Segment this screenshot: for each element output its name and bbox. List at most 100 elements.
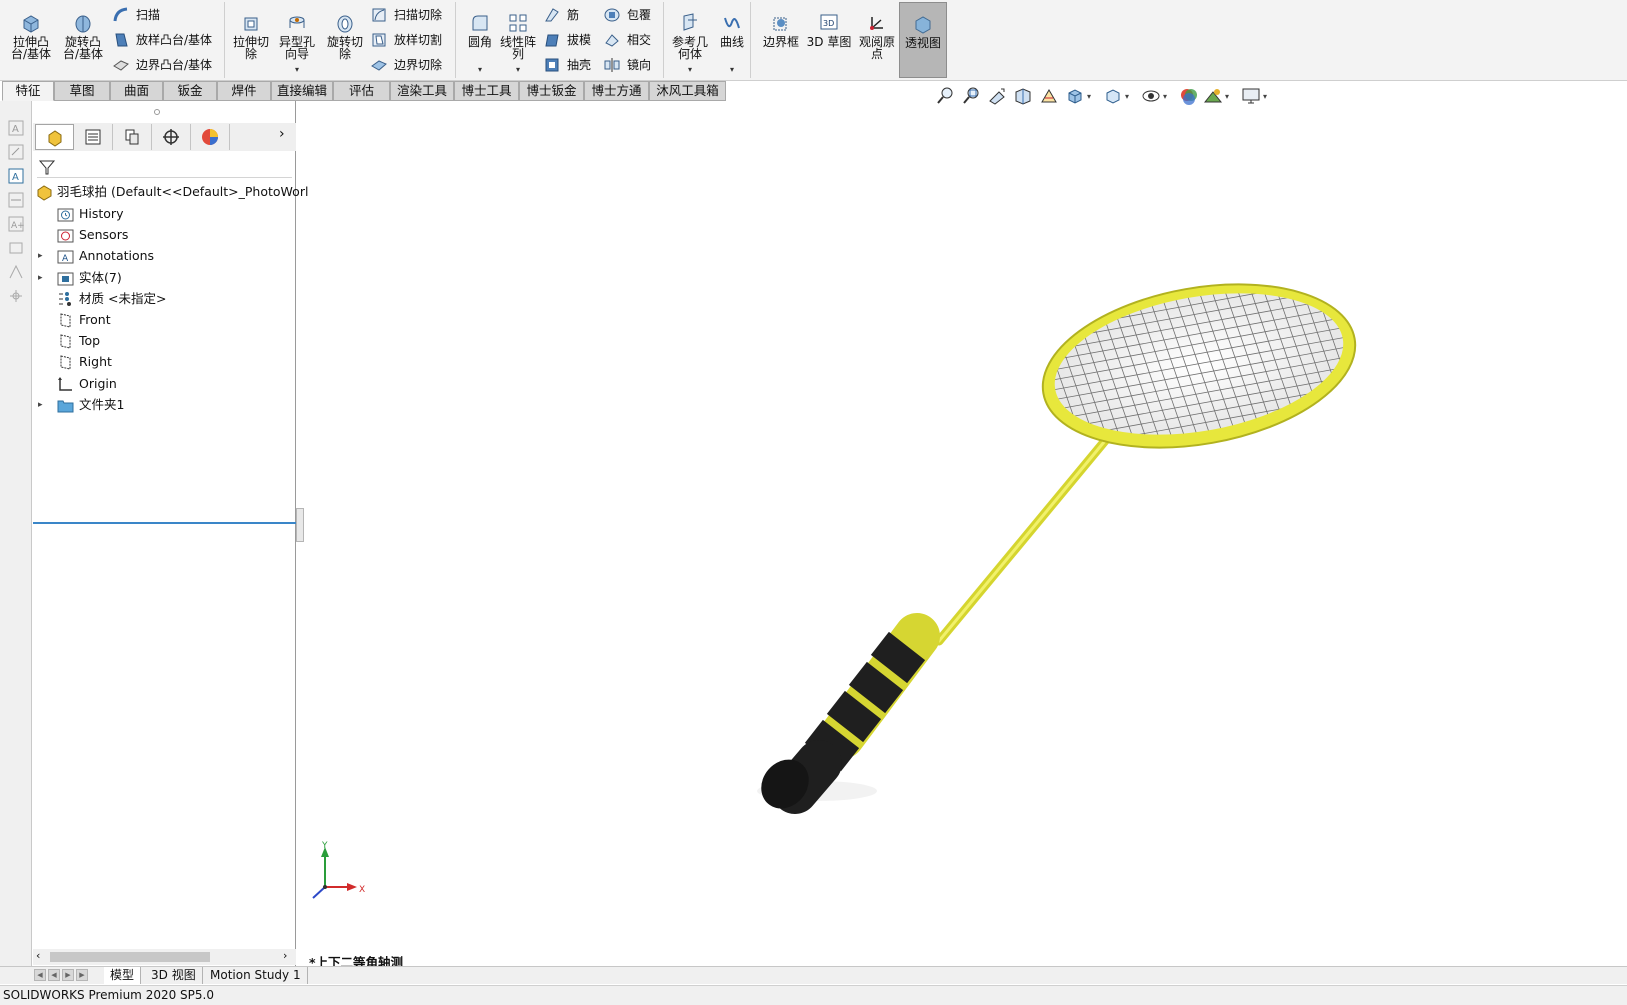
boundary-cut-button[interactable]: 边界切除 (368, 54, 442, 76)
tree-item[interactable]: ▸ A Annotations (33, 245, 296, 267)
property-manager-tab[interactable] (74, 124, 113, 150)
boundary-boss-button[interactable]: 边界凸台/基体 (110, 54, 212, 76)
tab-3d-views[interactable]: 3D 视图 (145, 967, 203, 984)
shell-icon (545, 58, 559, 72)
datum-tool-icon[interactable] (7, 239, 25, 257)
dimxpert-manager-tab[interactable] (152, 124, 191, 150)
wrap-icon (604, 8, 620, 22)
note-tool-icon[interactable] (7, 143, 25, 161)
intersect-button[interactable]: 相交 (601, 29, 651, 51)
apply-scene-dropdown-icon[interactable]: ▾ (1225, 92, 1229, 101)
loft-boss-button[interactable]: 放样凸台/基体 (110, 29, 212, 51)
expand-arrow-icon[interactable]: ▸ (38, 245, 43, 267)
ribbon-tab[interactable]: 钣金 (163, 81, 217, 101)
tree-filter[interactable] (37, 156, 292, 178)
feature-manager-tab[interactable] (35, 124, 74, 150)
bounding-box-button[interactable]: 边界框 (758, 2, 804, 78)
ribbon-tab[interactable]: 焊件 (217, 81, 271, 101)
svg-text:A+: A+ (11, 221, 25, 231)
tree-item-label: Origin (79, 375, 117, 391)
tree-root-part[interactable]: 羽毛球拍 (Default<<Default>_PhotoWorl (33, 181, 308, 203)
scroll-right-icon[interactable]: › (283, 949, 287, 962)
tree-item[interactable]: History (33, 203, 296, 225)
scroll-thumb[interactable] (50, 952, 210, 962)
expand-arrow-icon[interactable]: ▸ (38, 267, 43, 289)
solid-bodies-folder-icon (57, 272, 74, 286)
tab-model[interactable]: 模型 (104, 967, 142, 984)
graphics-area[interactable]: Y X (297, 101, 1627, 966)
string-cross (1041, 447, 1357, 458)
tree-item[interactable]: Front (33, 309, 296, 331)
bounding-box-icon (773, 17, 787, 31)
mirror-button[interactable]: 镜向 (601, 54, 651, 76)
tree-item-label: Sensors (79, 227, 129, 243)
racket-shaft-highlight (937, 434, 1111, 643)
dimension-tool-icon[interactable] (7, 191, 25, 209)
view-orientation-dropdown-icon[interactable]: ▾ (1087, 92, 1091, 101)
tree-item[interactable]: ▸ 文件夹1 (33, 394, 296, 416)
tree-item[interactable]: 材质 <未指定> (33, 288, 296, 310)
ribbon-tab[interactable]: 草图 (54, 81, 110, 101)
shell-button[interactable]: 抽壳 (541, 54, 591, 76)
curves-dropdown-icon[interactable]: ▾ (709, 64, 755, 76)
draft-button[interactable]: 拔模 (541, 29, 591, 51)
prev-tab-icon[interactable]: ◀ (48, 969, 60, 981)
sketch-3d-button[interactable]: 3D 3D 草图 (806, 2, 852, 78)
tolerance-tool-icon[interactable]: A+ (7, 215, 25, 233)
ref-geometry-button[interactable]: 参考几何体 ▾ (667, 2, 713, 78)
linear-pattern-dropdown-icon[interactable]: ▾ (495, 64, 541, 76)
ribbon-tab[interactable]: 博士工具 (454, 81, 519, 101)
ref-geometry-dropdown-icon[interactable]: ▾ (667, 64, 713, 76)
next-tab-icon[interactable]: ▶ (62, 969, 74, 981)
property-list-icon (85, 129, 101, 145)
tree-item[interactable]: Right (33, 351, 296, 373)
see-through-button[interactable]: 透视图 (899, 2, 947, 78)
linear-pattern-button[interactable]: 线性阵列 ▾ (495, 2, 541, 78)
surface-finish-tool-icon[interactable] (7, 263, 25, 281)
ribbon-tab[interactable]: 沐风工具箱 (649, 81, 726, 101)
chevron-right-icon[interactable]: › (279, 126, 285, 142)
ribbon-tab[interactable]: 直接编辑 (271, 81, 333, 101)
horizontal-scrollbar[interactable]: ‹ › (33, 949, 296, 965)
tree-item[interactable]: Sensors (33, 224, 296, 246)
revolve-cut-button[interactable]: 旋转切除 (322, 2, 368, 78)
rollback-bar[interactable] (33, 522, 296, 524)
wrap-button[interactable]: 包覆 (601, 4, 651, 26)
expand-arrow-icon[interactable]: ▸ (38, 394, 43, 416)
revolve-boss-button[interactable]: 旋转凸台/基体 (60, 2, 106, 78)
ribbon-tab[interactable]: 博士方通 (584, 81, 649, 101)
hole-wizard-button[interactable]: 异型孔向导 ▾ (274, 2, 320, 78)
view-settings-dropdown-icon[interactable]: ▾ (1263, 92, 1267, 101)
display-manager-tab[interactable] (191, 124, 230, 150)
racket-model[interactable]: Y X (297, 101, 1627, 966)
tree-item[interactable]: ▸ 实体(7) (33, 267, 296, 289)
annotation-tool-icon[interactable]: A (7, 119, 25, 137)
configuration-manager-tab[interactable] (113, 124, 152, 150)
hide-show-dropdown-icon[interactable]: ▾ (1163, 92, 1167, 101)
panel-collapse-handle[interactable] (154, 109, 160, 115)
tab-motion-study[interactable]: Motion Study 1 (204, 967, 308, 984)
string-main (886, 251, 966, 481)
lofted-cut-button[interactable]: 放样切割 (368, 29, 442, 51)
first-tab-icon[interactable]: ◀ (34, 969, 46, 981)
hole-wizard-dropdown-icon[interactable]: ▾ (274, 64, 320, 76)
text-tool-icon[interactable]: A (7, 167, 25, 185)
ribbon-tab[interactable]: 评估 (333, 81, 390, 101)
tree-item[interactable]: Top (33, 330, 296, 352)
last-tab-icon[interactable]: ▶ (76, 969, 88, 981)
weld-tool-icon[interactable] (7, 287, 25, 305)
ribbon-tab[interactable]: 特征 (2, 81, 54, 101)
extrude-cut-button[interactable]: 拉伸切除 (228, 2, 274, 78)
display-style-dropdown-icon[interactable]: ▾ (1125, 92, 1129, 101)
tree-item[interactable]: Origin (33, 373, 296, 395)
scroll-left-icon[interactable]: ‹ (36, 949, 40, 962)
curves-button[interactable]: 曲线 ▾ (709, 2, 755, 78)
swept-cut-button[interactable]: 扫描切除 (368, 4, 442, 26)
ribbon-tab[interactable]: 博士钣金 (519, 81, 584, 101)
sweep-button[interactable]: 扫描 (110, 4, 160, 26)
extrude-boss-button[interactable]: 拉伸凸台/基体 (8, 2, 54, 78)
view-origin-button[interactable]: 观阅原点 (854, 2, 900, 78)
ribbon-tab[interactable]: 渲染工具 (390, 81, 454, 101)
ribbon-tab[interactable]: 曲面 (110, 81, 163, 101)
rib-button[interactable]: 筋 (541, 4, 579, 26)
